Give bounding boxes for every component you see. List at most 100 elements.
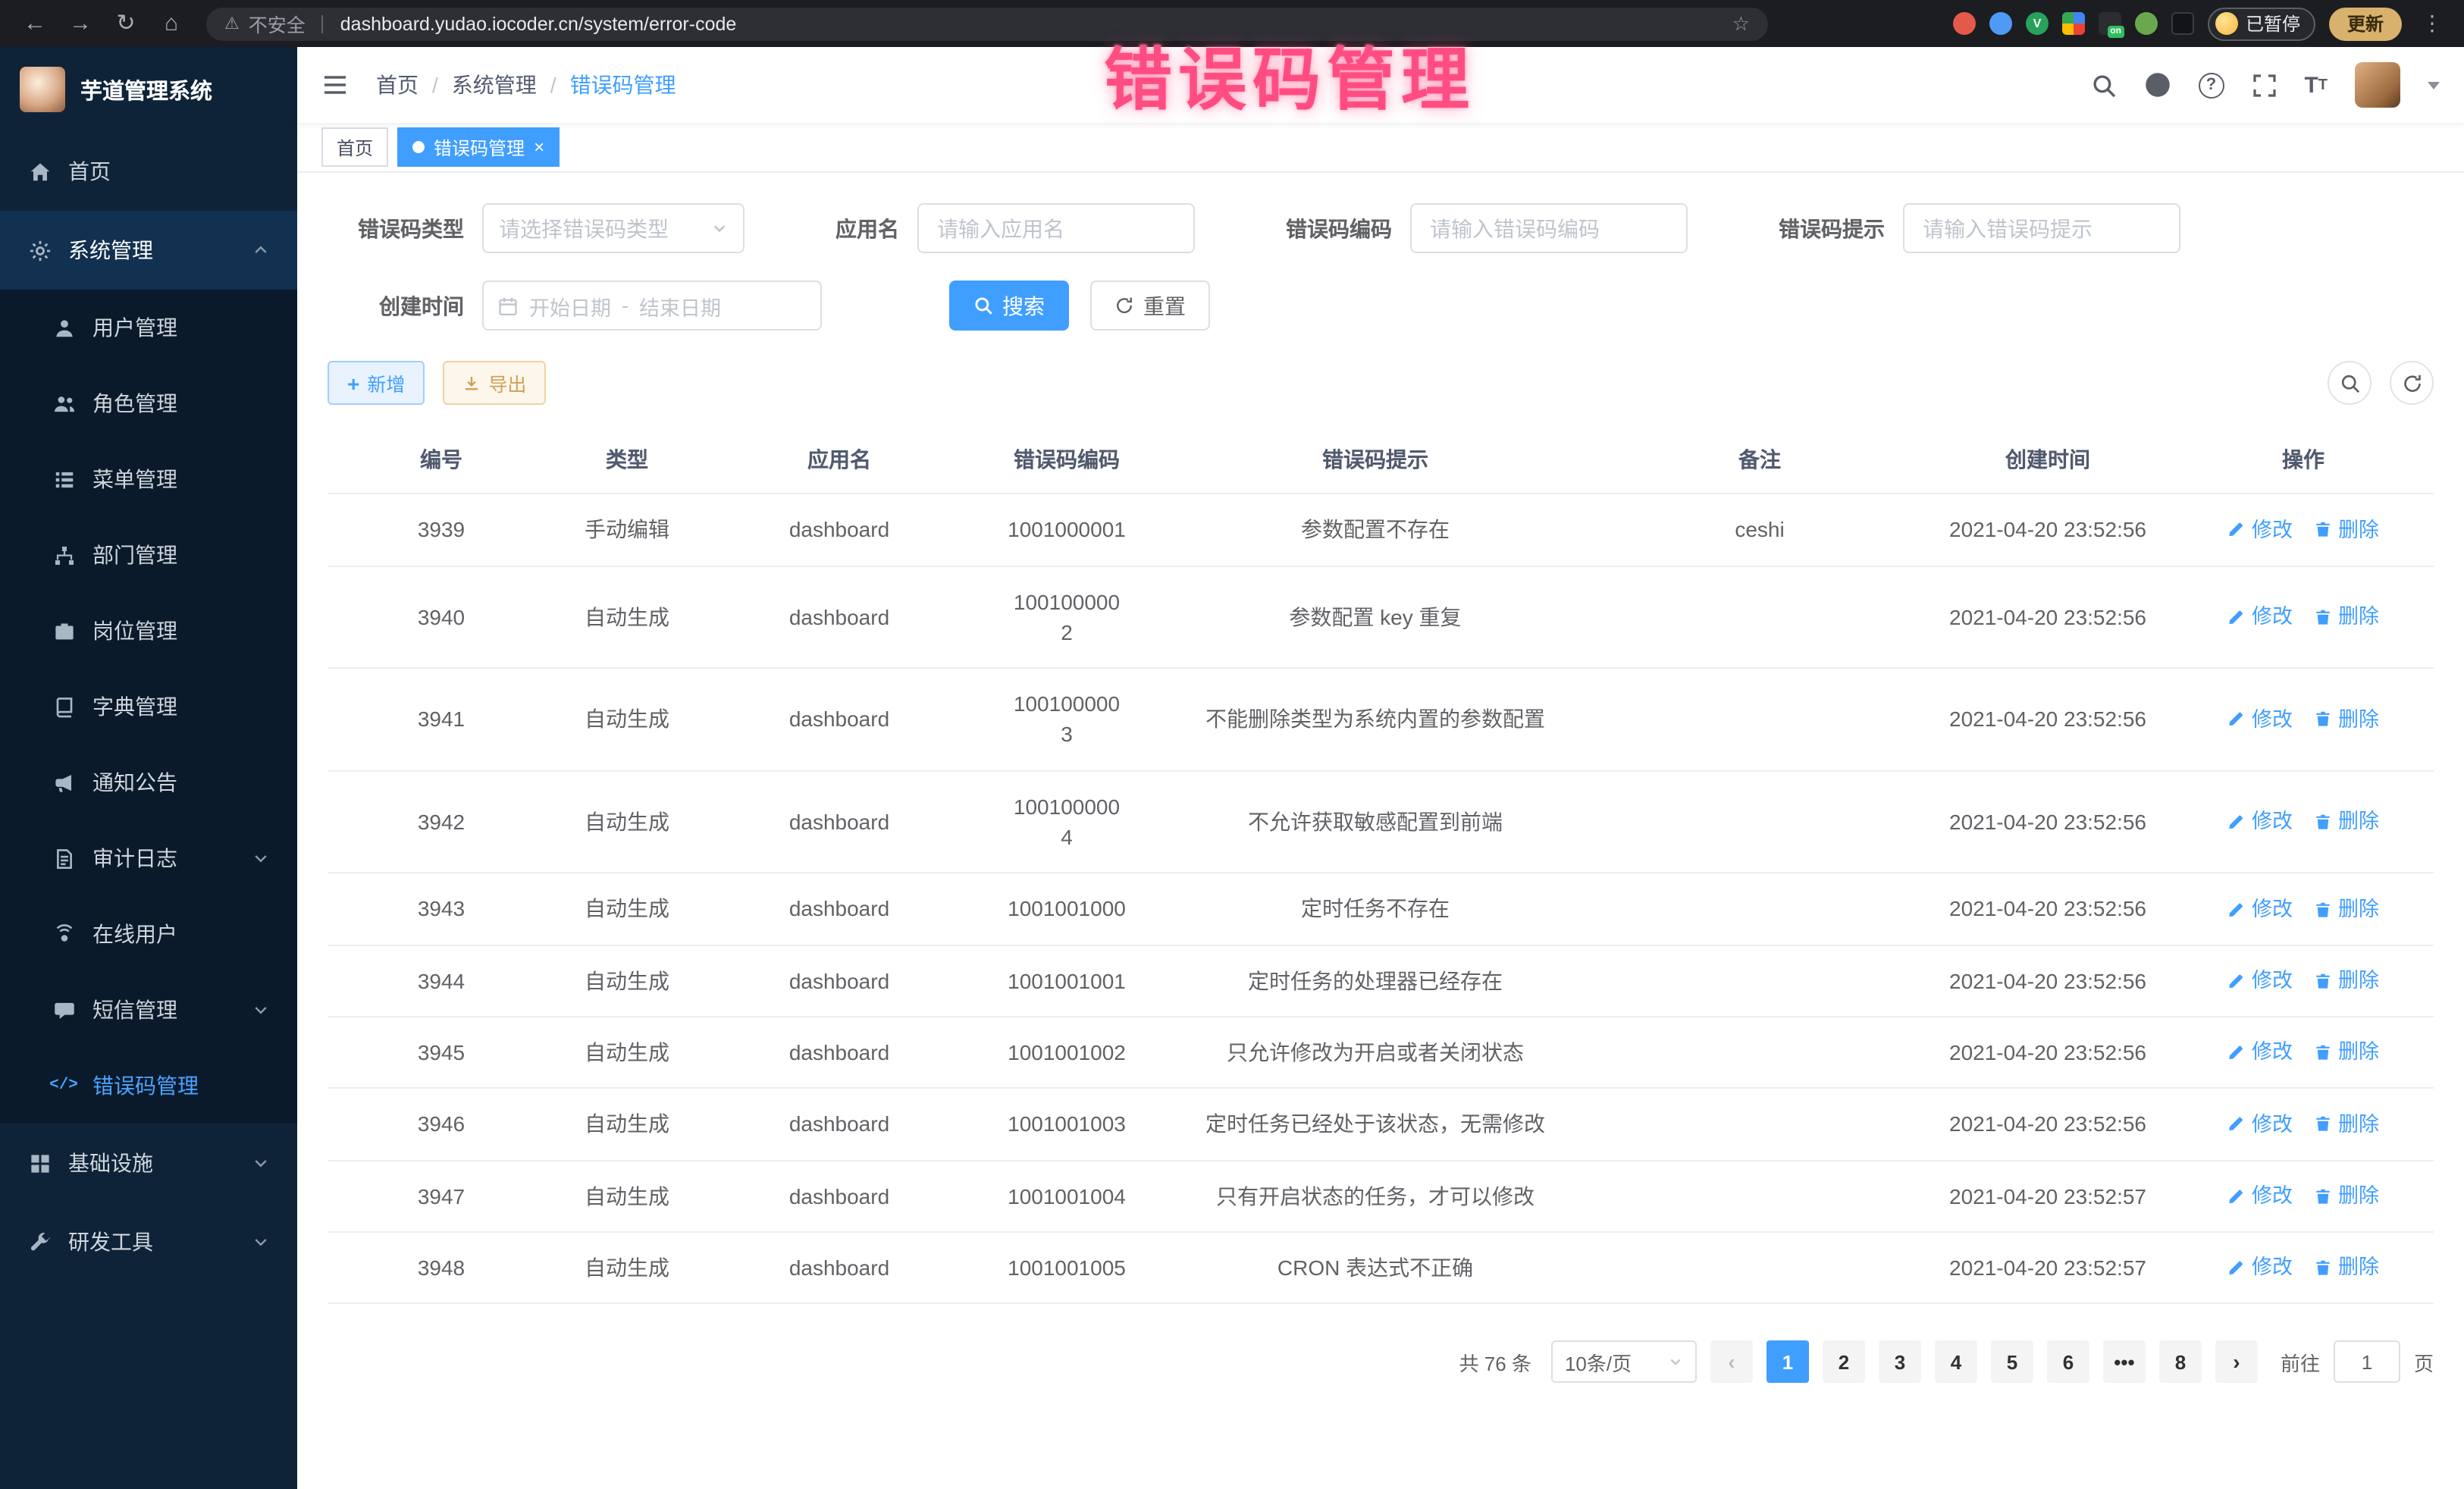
export-button[interactable]: 导出 bbox=[443, 361, 546, 405]
fullscreen-icon[interactable] bbox=[2251, 72, 2277, 98]
tab-home[interactable]: 首页 bbox=[321, 127, 388, 167]
page-button[interactable]: 4 bbox=[1935, 1340, 1977, 1383]
page-button[interactable]: 8 bbox=[2159, 1340, 2202, 1383]
edit-link[interactable]: 修改 bbox=[2227, 1252, 2293, 1282]
page-button[interactable]: 5 bbox=[1991, 1340, 2033, 1383]
reload-icon[interactable]: ↻ bbox=[106, 4, 146, 43]
pencil-icon bbox=[2227, 813, 2246, 831]
cell-app-name: dashboard bbox=[699, 1017, 980, 1088]
browser-toolbar: ← → ↻ ⌂ ⚠ 不安全 dashboard.yudao.iocoder.cn… bbox=[0, 0, 2464, 47]
column-header: 编号 bbox=[328, 426, 555, 494]
delete-link[interactable]: 删除 bbox=[2314, 966, 2379, 995]
chevron-down-icon[interactable] bbox=[2428, 81, 2440, 89]
extension-icon[interactable]: V bbox=[2026, 12, 2049, 35]
extension-icon[interactable] bbox=[1989, 12, 2012, 35]
error-message-input[interactable] bbox=[1903, 203, 2180, 253]
font-size-icon[interactable]: TT bbox=[2304, 72, 2328, 98]
edit-link[interactable]: 修改 bbox=[2227, 602, 2293, 632]
tags-view: 首页 错误码管理 × bbox=[297, 123, 2464, 173]
sidebar-item-error-codes[interactable]: </> 错误码管理 bbox=[0, 1048, 297, 1124]
show-search-icon[interactable] bbox=[2328, 361, 2372, 405]
page-button[interactable]: 6 bbox=[2047, 1340, 2089, 1383]
page-button[interactable]: ••• bbox=[2103, 1340, 2146, 1383]
page-button[interactable]: 1 bbox=[1766, 1340, 1809, 1383]
delete-link[interactable]: 删除 bbox=[2314, 515, 2379, 544]
page-button[interactable]: 2 bbox=[1823, 1340, 1865, 1383]
error-type-select[interactable]: 请选择错误码类型 bbox=[482, 203, 745, 253]
next-page-button[interactable]: › bbox=[2215, 1340, 2258, 1383]
search-icon[interactable] bbox=[2090, 72, 2116, 98]
sidebar-item-online-users[interactable]: 在线用户 bbox=[0, 896, 297, 972]
prev-page-button[interactable]: ‹ bbox=[1710, 1340, 1753, 1383]
extension-icon[interactable]: on bbox=[2099, 12, 2121, 35]
sidebar-item-audit-logs[interactable]: 审计日志 bbox=[0, 820, 297, 896]
edit-link[interactable]: 修改 bbox=[2227, 807, 2293, 837]
sidebar-item-departments[interactable]: 部门管理 bbox=[0, 517, 297, 593]
app-name-input[interactable] bbox=[917, 203, 1195, 253]
search-button[interactable]: 搜索 bbox=[949, 281, 1069, 331]
sidebar-item-dictionary[interactable]: 字典管理 bbox=[0, 669, 297, 744]
url-text: dashboard.yudao.iocoder.cn/system/error-… bbox=[340, 13, 737, 34]
cell-remark bbox=[1597, 1248, 1923, 1287]
sidebar-item-home[interactable]: 首页 bbox=[0, 132, 297, 211]
edit-link[interactable]: 修改 bbox=[2227, 704, 2293, 734]
sidebar-item-system[interactable]: 系统管理 bbox=[0, 211, 297, 290]
trash-icon bbox=[2314, 900, 2332, 918]
sidebar-item-roles[interactable]: 角色管理 bbox=[0, 365, 297, 441]
home-icon[interactable]: ⌂ bbox=[152, 4, 191, 43]
edit-link[interactable]: 修改 bbox=[2227, 894, 2293, 923]
delete-link[interactable]: 删除 bbox=[2314, 704, 2379, 734]
delete-link[interactable]: 删除 bbox=[2314, 894, 2379, 923]
pencil-icon bbox=[2227, 608, 2246, 626]
refresh-icon[interactable] bbox=[2390, 361, 2434, 405]
tab-error-codes[interactable]: 错误码管理 × bbox=[397, 127, 560, 167]
delete-link[interactable]: 删除 bbox=[2314, 1181, 2379, 1211]
user-avatar[interactable] bbox=[2355, 62, 2400, 108]
breadcrumb-item[interactable]: 首页 bbox=[376, 70, 419, 100]
extension-icon[interactable] bbox=[1953, 12, 1976, 35]
sidebar-toggle-icon[interactable] bbox=[321, 71, 349, 99]
browser-update-button[interactable]: 更新 bbox=[2329, 7, 2402, 40]
extension-icon[interactable] bbox=[2062, 12, 2085, 35]
edit-link[interactable]: 修改 bbox=[2227, 515, 2293, 544]
cell-app-name: dashboard bbox=[699, 787, 980, 857]
forward-icon[interactable]: → bbox=[61, 4, 100, 43]
goto-page-input[interactable] bbox=[2334, 1340, 2400, 1383]
delete-link[interactable]: 删除 bbox=[2314, 1252, 2379, 1282]
page-button[interactable]: 3 bbox=[1879, 1340, 1921, 1383]
sidebar-item-menus[interactable]: 菜单管理 bbox=[0, 441, 297, 517]
sidebar-item-dev-tools[interactable]: 研发工具 bbox=[0, 1202, 297, 1281]
page-size-select[interactable]: 10条/页 bbox=[1551, 1340, 1697, 1383]
add-button[interactable]: + 新增 bbox=[328, 361, 425, 405]
sidebar-item-users[interactable]: 用户管理 bbox=[0, 290, 297, 365]
profile-paused-badge[interactable]: 已暂停 bbox=[2208, 7, 2315, 40]
delete-link[interactable]: 删除 bbox=[2314, 602, 2379, 632]
breadcrumb-item[interactable]: 系统管理 bbox=[452, 70, 537, 100]
edit-link[interactable]: 修改 bbox=[2227, 1038, 2293, 1067]
edit-link[interactable]: 修改 bbox=[2227, 1181, 2293, 1211]
address-bar[interactable]: ⚠ 不安全 dashboard.yudao.iocoder.cn/system/… bbox=[206, 7, 1768, 40]
extensions-puzzle-icon[interactable] bbox=[2171, 12, 2194, 35]
edit-link[interactable]: 修改 bbox=[2227, 966, 2293, 995]
back-icon[interactable]: ← bbox=[15, 4, 55, 43]
browser-menu-icon[interactable]: ⋮ bbox=[2415, 11, 2449, 36]
close-icon[interactable]: × bbox=[534, 138, 544, 156]
extension-icon[interactable] bbox=[2135, 12, 2158, 35]
delete-link[interactable]: 删除 bbox=[2314, 1109, 2379, 1139]
sidebar-item-announcements[interactable]: 通知公告 bbox=[0, 744, 297, 820]
delete-link[interactable]: 删除 bbox=[2314, 1038, 2379, 1067]
chevron-down-icon bbox=[711, 220, 728, 237]
create-time-range-picker[interactable]: 开始日期 - 结束日期 bbox=[482, 281, 822, 331]
cell-actions: 修改 删除 bbox=[2173, 1161, 2434, 1230]
sidebar-item-posts[interactable]: 岗位管理 bbox=[0, 593, 297, 669]
bookmark-star-icon[interactable]: ☆ bbox=[1732, 11, 1750, 36]
help-icon[interactable]: ? bbox=[2198, 72, 2224, 98]
edit-link[interactable]: 修改 bbox=[2227, 1109, 2293, 1139]
reset-button[interactable]: 重置 bbox=[1090, 281, 1210, 331]
delete-link[interactable]: 删除 bbox=[2314, 807, 2379, 837]
github-icon[interactable] bbox=[2143, 71, 2171, 99]
error-code-input[interactable] bbox=[1410, 203, 1688, 253]
sidebar-item-sms[interactable]: 短信管理 bbox=[0, 972, 297, 1048]
sidebar-item-infrastructure[interactable]: 基础设施 bbox=[0, 1124, 297, 1202]
table-toolbar: + 新增 导出 bbox=[328, 361, 2434, 405]
